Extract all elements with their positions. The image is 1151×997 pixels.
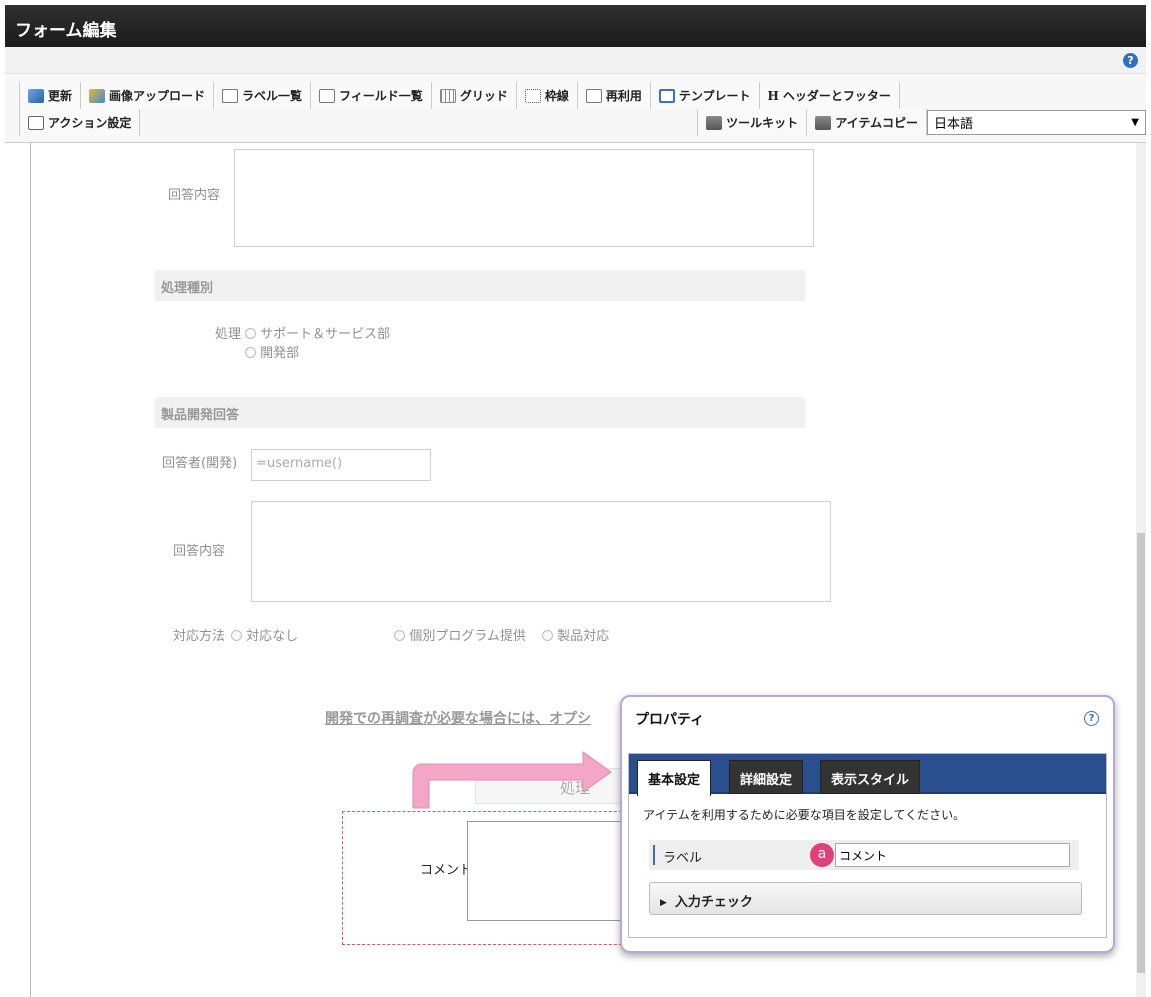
image-upload-icon	[89, 88, 106, 103]
radio-icon	[231, 630, 243, 641]
window-titlebar: フォーム編集	[5, 5, 1146, 47]
input-check-expander[interactable]: ▶ 入力チェック	[649, 882, 1082, 915]
responder-input[interactable]: =username()	[251, 449, 431, 481]
scrollbar-thumb[interactable]	[1137, 533, 1145, 973]
annotation-badge: a	[810, 843, 834, 867]
chevron-down-icon: ▼	[1131, 117, 1139, 128]
header-footer-icon: H	[767, 88, 779, 103]
window-title: フォーム編集	[15, 21, 117, 41]
toolbar: 更新 画像アップロード ラベル一覧 フィールド一覧 グリッド 枠線 再利用 テン…	[5, 74, 1146, 143]
comment-textarea[interactable]	[467, 821, 637, 921]
update-button[interactable]: 更新	[19, 82, 82, 109]
panel-description: アイテムを利用するために必要な項目を設定してください。	[643, 808, 966, 822]
tab-bar: 基本設定 詳細設定 表示スタイル	[629, 754, 1106, 796]
frame-button[interactable]: 枠線	[516, 82, 578, 109]
label-property-label: ラベル	[663, 851, 703, 866]
item-copy-icon	[815, 115, 832, 130]
tab-basic-settings[interactable]: 基本設定	[637, 760, 712, 796]
radio-icon	[394, 630, 406, 641]
grid-button[interactable]: グリッド	[431, 82, 517, 109]
template-icon	[658, 88, 675, 103]
form-canvas[interactable]: 回答内容 処理種別 処理 サポート＆サービス部 開発部 製品開発回答 回答者(開…	[5, 143, 1146, 997]
expand-triangle-icon: ▶	[660, 898, 667, 908]
tab-display-style[interactable]: 表示スタイル	[820, 760, 921, 794]
grid-icon	[439, 88, 456, 103]
help-icon[interactable]: ?	[1123, 53, 1138, 68]
help-bar: ?	[5, 47, 1146, 74]
properties-panel: プロパティ ? 基本設定 詳細設定 表示スタイル アイテムを利用するために必要な…	[620, 695, 1115, 953]
frame-icon	[524, 88, 541, 103]
radio-icon	[542, 630, 554, 641]
method-option-2[interactable]: 個別プログラム提供	[394, 629, 526, 644]
action-icon	[28, 115, 44, 130]
item-copy-button[interactable]: アイテムコピー	[807, 109, 927, 136]
process-field: 処理 サポート＆サービス部 開発部	[215, 323, 390, 361]
panel-body: 基本設定 詳細設定 表示スタイル アイテムを利用するために必要な項目を設定してく…	[628, 753, 1107, 938]
method-label: 対応方法	[173, 629, 226, 644]
radio-icon	[245, 328, 257, 339]
refresh-icon	[28, 88, 44, 103]
answer-textarea-2[interactable]	[251, 501, 831, 602]
process-label: 処理	[215, 327, 242, 342]
method-option-3[interactable]: 製品対応	[542, 629, 609, 644]
label-property-input[interactable]: コメント	[835, 843, 1070, 867]
section-product: 製品開発回答	[155, 397, 805, 428]
help-icon[interactable]: ?	[1084, 711, 1099, 726]
toolbar-row-2: アクション設定 ツールキット アイテムコピー 日本語 ▼	[19, 109, 1146, 136]
responder-label: 回答者(開発)	[162, 456, 238, 471]
method-field: 対応方法 対応なし 個別プログラム提供 製品対応	[173, 625, 609, 644]
canvas-left-rule	[30, 143, 31, 997]
vertical-scrollbar[interactable]	[1136, 143, 1146, 997]
toolbar-row-1: 更新 画像アップロード ラベル一覧 フィールド一覧 グリッド 枠線 再利用 テン…	[19, 82, 900, 109]
action-settings-button[interactable]: アクション設定	[19, 109, 141, 136]
tab-detail-settings[interactable]: 詳細設定	[729, 760, 804, 794]
answer-label-1: 回答内容	[168, 188, 221, 203]
process-option-2[interactable]: 開発部	[245, 342, 390, 361]
reuse-button[interactable]: 再利用	[577, 82, 651, 109]
template-button[interactable]: テンプレート	[650, 82, 760, 109]
section-process: 処理種別	[155, 270, 805, 301]
answer-label-2: 回答内容	[173, 544, 226, 559]
panel-title: プロパティ	[635, 712, 705, 728]
reuse-icon	[585, 88, 602, 103]
label-list-icon	[222, 88, 239, 103]
radio-icon	[245, 347, 257, 358]
arrow-icon	[412, 751, 612, 809]
header-footer-button[interactable]: H ヘッダーとフッター	[759, 82, 900, 109]
note-text: 開発での再調査が必要な場合には、オプシ	[325, 711, 591, 727]
language-select[interactable]: 日本語 ▼	[927, 110, 1146, 135]
comment-label: コメント	[420, 863, 473, 878]
method-option-1[interactable]: 対応なし	[231, 629, 298, 644]
toolkit-icon	[706, 115, 723, 130]
label-list-button[interactable]: ラベル一覧	[214, 82, 312, 109]
process-option-1[interactable]: サポート＆サービス部	[245, 323, 390, 342]
answer-textarea-1[interactable]	[234, 149, 814, 247]
field-list-button[interactable]: フィールド一覧	[311, 82, 432, 109]
toolkit-button[interactable]: ツールキット	[697, 109, 808, 136]
field-list-icon	[319, 88, 336, 103]
image-upload-button[interactable]: 画像アップロード	[81, 82, 215, 109]
label-property-row: ラベル a コメント	[649, 840, 1079, 870]
